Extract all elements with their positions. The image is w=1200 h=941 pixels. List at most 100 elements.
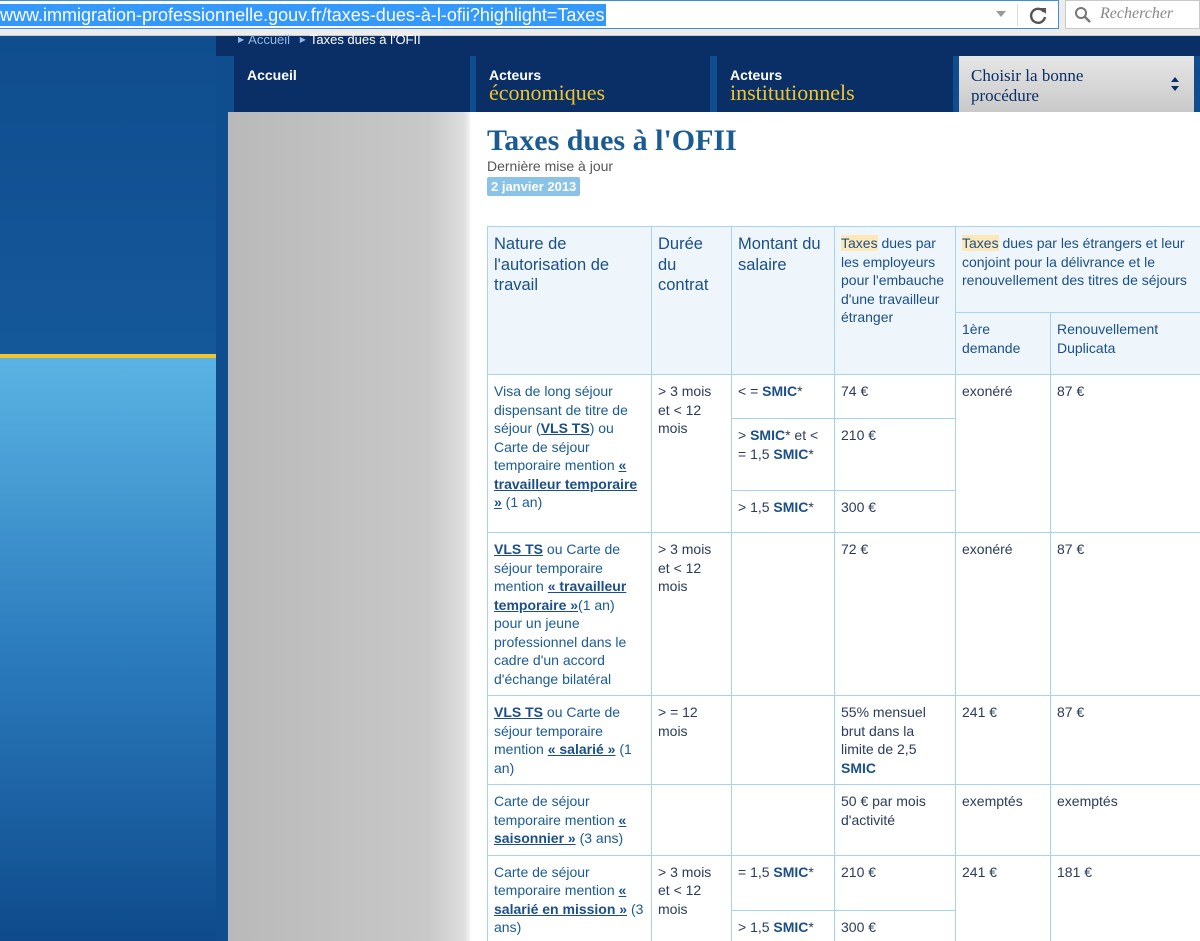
table-row: Visa de long séjour dispensant de titre … [487,374,1200,533]
cell-nature: VLS TS ou Carte de séjour temporaire men… [487,532,652,696]
cell-renouvellement: exemptés [1049,784,1200,856]
smic-label: SMIC [773,918,809,935]
table-header-row: Nature de l'autorisation de travail Duré… [487,226,1200,375]
breadcrumb-arrow-icon: ▶ [238,35,245,44]
nav-tab-acteurs-economiques[interactable]: Acteurs économiques [476,56,710,112]
nav-tab-acteurs-institutionnels[interactable]: Acteurs institutionnels [717,56,953,112]
cell-text: * [808,918,814,935]
table-row: VLS TS ou Carte de séjour temporaire men… [487,695,1200,785]
cell-salaire [731,532,835,696]
cell-premiere-demande: exemptés [955,784,1051,856]
breadcrumb-home-link[interactable]: Accueil [248,32,290,47]
cell-text: (1 an) [501,494,543,510]
cell-duree: > 3 mois et < 12 mois [651,854,732,941]
search-highlight: Taxes [962,235,999,251]
cell-text: * [808,863,814,880]
cell-premiere-demande: exonéré [955,374,1051,533]
browser-toolbar: www.immigration-professionnelle.gouv.fr/… [0,0,1200,36]
nav-tab-accueil[interactable]: Accueil [234,56,470,112]
smic-label: SMIC [841,759,876,776]
cell-text: = 1,5 [738,863,774,880]
cell-text: * [808,499,814,515]
cell-premiere-demande: exonéré [955,532,1051,696]
smic-label: SMIC [773,445,809,462]
cell-taxe-employeur: 55% mensuel brut dans la limite de 2,5 S… [834,695,956,785]
page-title: Taxes dues à l'OFII [487,124,737,157]
search-icon [1075,7,1091,23]
cell-text: Carte de séjour temporaire mention [494,863,619,899]
cell-duree [651,784,732,856]
cell-salaire: > 1,5 SMIC* [731,909,835,941]
cell-taxe-employeur: 72 € [834,532,956,696]
cell-salaire: > 1,5 SMIC* [731,490,835,533]
select-arrows-icon [1171,77,1179,91]
link-vls-ts[interactable]: VLS TS [494,541,543,557]
cell-duree: > 3 mois et < 12 mois [651,374,732,533]
breadcrumb-arrow-icon: ▶ [299,35,306,44]
cell-text: Carte de séjour temporaire mention [494,793,619,828]
cell-text: (3 ans) [575,830,624,846]
procedure-select[interactable]: Choisir la bonne procédure [959,56,1194,112]
cell-nature: Visa de long séjour dispensant de titre … [487,374,652,533]
header-premiere-demande: 1ère demande [955,312,1051,375]
cell-text: * [797,383,803,399]
cell-text: * [808,445,814,462]
address-separator [1017,4,1018,26]
nav-tab-label: Accueil [247,67,297,83]
smic-label: SMIC [773,499,809,515]
cell-taxe-employeur: 210 € [834,854,956,911]
url-text[interactable]: www.immigration-professionnelle.gouv.fr/… [0,4,607,26]
cell-duree: > = 12 mois [651,695,732,785]
procedure-select-line1: Choisir la bonne [971,66,1084,85]
breadcrumb-current: Taxes dues à l'OFII [309,32,421,47]
cell-premiere-demande: 241 € [955,854,1051,941]
cell-salaire: = 1,5 SMIC* [731,854,835,911]
smic-label: SMIC [750,427,786,443]
cell-salaire: > SMIC* et < = 1,5 SMIC* [731,418,835,491]
header-renouvellement: Renouvellement Duplicata [1049,312,1200,375]
smic-label: SMIC [762,383,798,399]
link-salarie[interactable]: « salarié » [548,741,616,757]
cell-text: > 1,5 [738,918,774,935]
cell-salaire: < = SMIC* [731,374,835,419]
smic-label: SMIC [773,863,809,880]
left-decorative-band [0,36,216,941]
procedure-select-line2: procédure [971,86,1039,105]
table-row: Carte de séjour temporaire mention « sai… [487,784,1200,856]
link-vls-ts[interactable]: VLS TS [494,704,543,720]
cell-nature: Carte de séjour temporaire mention « sal… [487,854,652,941]
cell-text: > 1,5 [738,499,774,515]
nav-tab-label-big: économiques [489,80,606,105]
cell-text: > [738,427,751,443]
header-taxes-employeurs: Taxes dues par les employeurs pour l'emb… [834,226,956,375]
taxes-table: Nature de l'autorisation de travail Duré… [487,226,1200,941]
cell-renouvellement: 181 € [1049,854,1200,941]
table-row: VLS TS ou Carte de séjour temporaire men… [487,532,1200,696]
header-nature: Nature de l'autorisation de travail [487,226,652,375]
cell-taxe-employeur: 74 € [834,374,956,419]
cell-salaire [731,695,835,785]
cell-text: 55% mensuel brut dans la limite de 2,5 [841,704,926,757]
search-placeholder[interactable]: Rechercher [1100,5,1173,23]
reload-icon[interactable] [1025,4,1051,26]
cell-nature: VLS TS ou Carte de séjour temporaire men… [487,695,652,785]
last-update-label: Dernière mise à jour [487,158,614,174]
cell-taxe-employeur: 300 € [834,909,956,941]
cell-taxe-employeur: 50 € par mois d'activité [834,784,956,856]
chevron-down-icon[interactable] [994,7,1008,21]
header-taxes-etrangers: Taxes dues par les étrangers et leur con… [954,226,1200,313]
search-box[interactable]: Rechercher [1065,0,1200,29]
cell-premiere-demande: 241 € [955,695,1051,785]
header-montant: Montant du salaire [731,226,835,375]
breadcrumb: ▶ Accueil ▶ Taxes dues à l'OFII [238,32,421,47]
cell-renouvellement: 87 € [1049,374,1200,533]
nav-tab-label-big: institutionnels [730,80,855,105]
sidebar-area [228,112,470,941]
cell-salaire [731,784,835,856]
cell-renouvellement: 87 € [1049,532,1200,696]
address-bar[interactable]: www.immigration-professionnelle.gouv.fr/… [0,0,1059,29]
cell-nature: Carte de séjour temporaire mention « sai… [487,784,652,856]
link-vls-ts[interactable]: VLS TS [541,420,590,436]
cell-renouvellement: 87 € [1049,695,1200,785]
cell-taxe-employeur: 300 € [834,490,956,533]
